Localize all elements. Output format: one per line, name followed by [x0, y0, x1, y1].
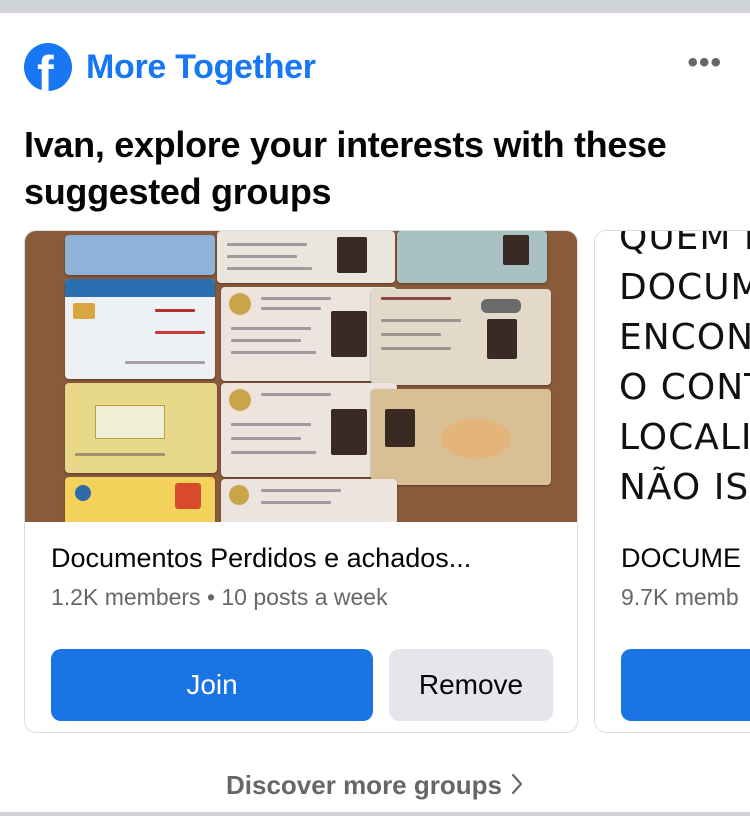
cover-text-line: DOCUM	[619, 267, 750, 308]
join-button[interactable]	[621, 649, 750, 721]
bottom-separator	[0, 812, 750, 816]
more-options-icon[interactable]: •••	[687, 48, 722, 78]
brand-title: More Together	[86, 47, 316, 86]
group-info: DOCUME 9.7K memb	[621, 543, 750, 611]
chevron-right-icon	[510, 772, 524, 803]
id-card-image	[371, 389, 551, 485]
discover-more-groups-link[interactable]: Discover more groups	[0, 770, 750, 803]
group-info: Documentos Perdidos e achados... 1.2K me…	[51, 543, 567, 611]
suggested-groups-card: f More Together ••• Ivan, explore your i…	[0, 13, 750, 816]
cover-text-line: DE DES	[619, 513, 750, 522]
group-meta: 1.2K members • 10 posts a week	[51, 584, 388, 610]
group-card[interactable]: QUEM I DOCUM ENCON O CONT LOCALI NÃO IS …	[594, 230, 750, 733]
id-card-image	[65, 383, 217, 473]
cover-text-line: ENCON	[619, 317, 750, 358]
card-header: f More Together	[24, 43, 316, 91]
id-card-image	[371, 289, 551, 385]
group-name[interactable]: DOCUME	[621, 543, 750, 574]
cover-text-line: QUEM I	[619, 231, 750, 258]
id-card-image	[217, 231, 395, 283]
cover-text-line: NÃO IS	[619, 467, 750, 508]
id-card-image	[65, 477, 215, 522]
id-card-image	[65, 235, 215, 275]
id-card-image	[221, 479, 397, 522]
cover-text-line: O CONT	[619, 367, 750, 408]
join-button[interactable]: Join	[51, 649, 373, 721]
remove-button[interactable]: Remove	[389, 649, 553, 721]
id-card-image	[65, 279, 215, 379]
discover-label: Discover more groups	[226, 770, 502, 800]
top-separator	[0, 0, 750, 13]
cover-text-line: LOCALI	[619, 417, 750, 458]
headline: Ivan, explore your interests with these …	[24, 124, 667, 212]
facebook-logo-icon: f	[24, 43, 72, 91]
group-card[interactable]: Documentos Perdidos e achados... 1.2K me…	[24, 230, 578, 733]
groups-carousel[interactable]: Documentos Perdidos e achados... 1.2K me…	[24, 230, 750, 733]
group-meta: 9.7K memb	[621, 584, 739, 610]
group-name[interactable]: Documentos Perdidos e achados...	[51, 543, 567, 574]
group-cover-photo[interactable]	[25, 231, 577, 522]
id-card-image	[397, 231, 547, 283]
group-cover-photo[interactable]: QUEM I DOCUM ENCON O CONT LOCALI NÃO IS …	[595, 231, 750, 522]
